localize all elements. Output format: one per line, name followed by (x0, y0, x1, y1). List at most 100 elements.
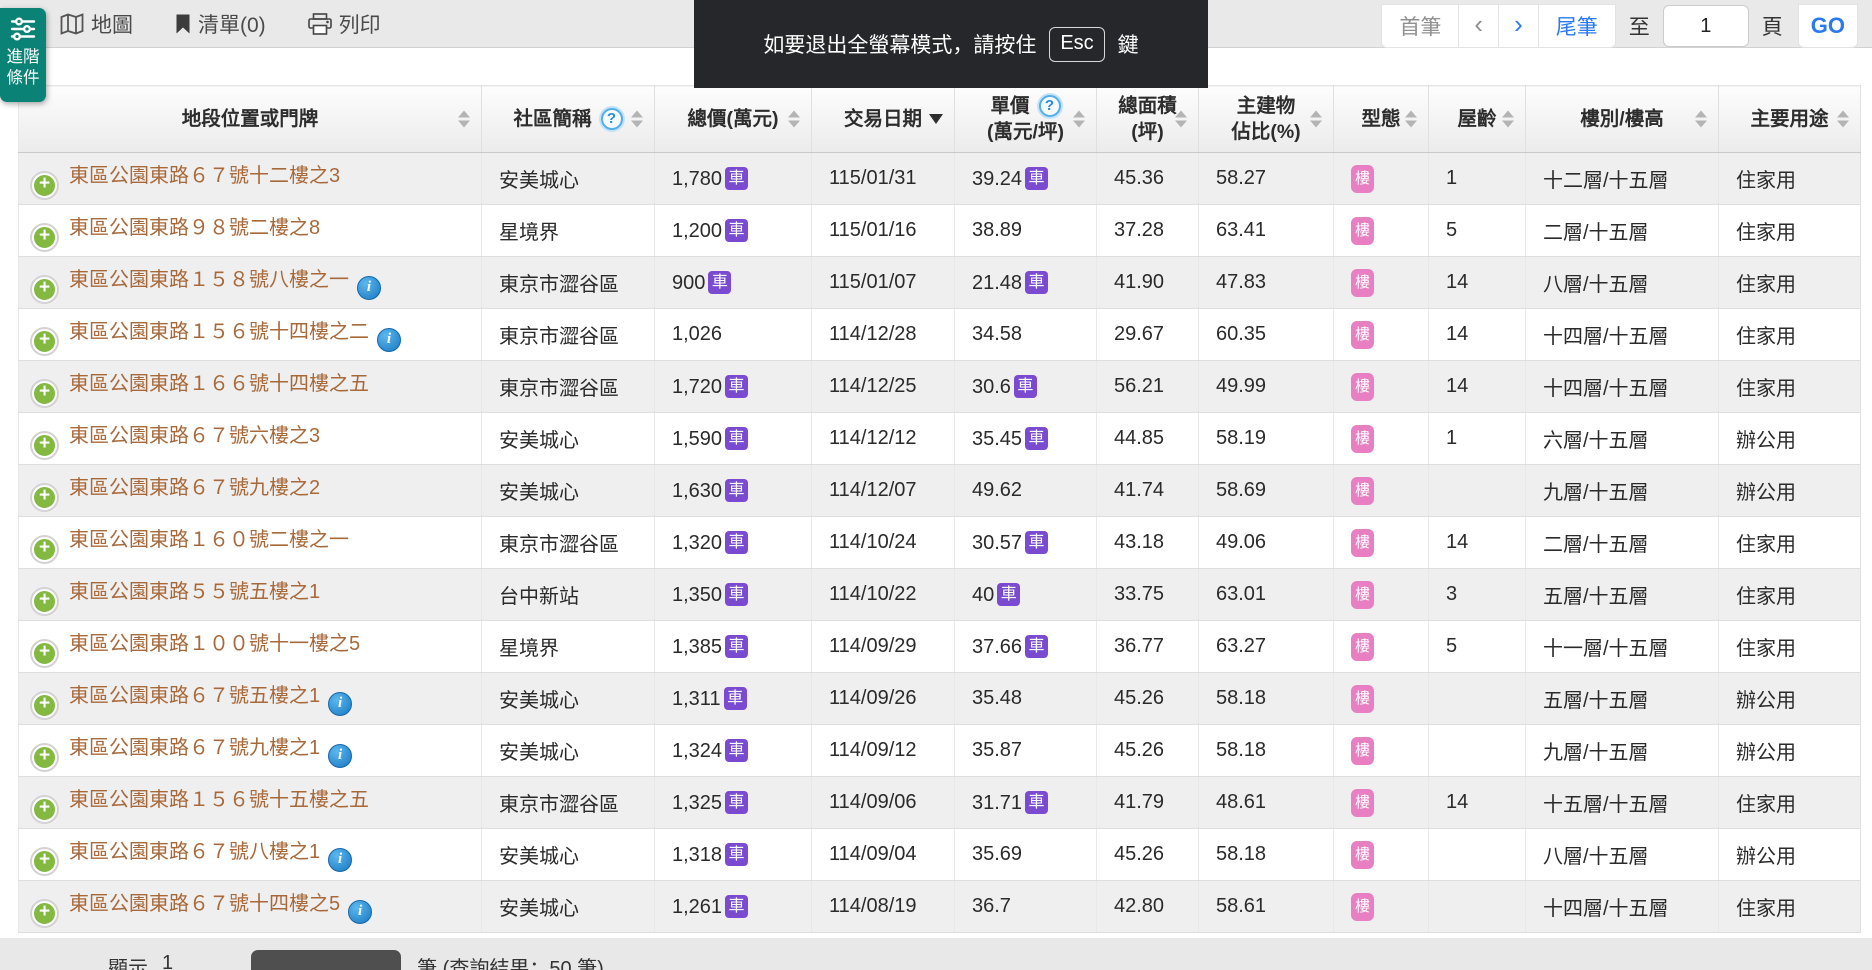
row-address[interactable]: 東區公園東路１５８號八樓之一 (69, 269, 349, 291)
column-header-community[interactable]: 社區簡稱 (481, 85, 655, 153)
sort-toggle-icon[interactable] (1310, 110, 1322, 128)
expand-plus-icon[interactable] (32, 744, 57, 770)
column-header-age[interactable]: 屋齡 (1428, 85, 1526, 153)
row-address[interactable]: 東區公園東路５５號五樓之1 (69, 581, 320, 603)
row-area: 42.80 (1096, 880, 1199, 933)
sort-toggle-icon[interactable] (1073, 110, 1085, 128)
table-row[interactable]: 東區公園東路６７號六樓之3 安美城心 1,590車 114/12/12 35.4… (18, 412, 1861, 465)
table-row[interactable]: 東區公園東路６７號五樓之1 安美城心 1,311車 114/09/26 35.4… (18, 672, 1861, 725)
last-page-button[interactable]: 尾筆 (1538, 5, 1615, 47)
first-page-button[interactable]: 首筆 (1382, 5, 1460, 47)
map-button[interactable]: 地圖 (60, 9, 133, 39)
column-header-price[interactable]: 總價(萬元) (654, 85, 812, 153)
row-community: 安美城心 (481, 464, 655, 517)
table-row[interactable]: 東區公園東路５５號五樓之1 台中新站 1,350車 114/10/22 40車 … (18, 568, 1861, 621)
row-address[interactable]: 東區公園東路６７號十四樓之5 (69, 893, 340, 915)
column-label-2: (坪) (1131, 121, 1164, 143)
row-address[interactable]: 東區公園東路１００號十一樓之5 (69, 633, 360, 655)
table-row[interactable]: 東區公園東路６７號十四樓之5 安美城心 1,261車 114/08/19 36.… (18, 880, 1861, 933)
info-icon[interactable] (328, 847, 353, 872)
expand-plus-icon[interactable] (32, 484, 57, 510)
row-unit-price: 35.45 (972, 427, 1023, 450)
row-address[interactable]: 東區公園東路９８號二樓之8 (69, 217, 320, 239)
table-row[interactable]: 東區公園東路１６０號二樓之一 東京市澀谷區 1,320車 114/10/24 3… (18, 516, 1861, 569)
column-label: 單價 (990, 95, 1030, 117)
expand-plus-icon[interactable] (32, 536, 57, 562)
column-help-icon[interactable] (600, 108, 623, 130)
advanced-conditions-button[interactable]: 進階 條件 (0, 8, 46, 102)
row-unit-price: 35.69 (972, 843, 1023, 865)
expand-plus-icon[interactable] (32, 796, 57, 822)
row-address[interactable]: 東區公園東路６７號九樓之1 (69, 737, 320, 759)
table-row[interactable]: 東區公園東路６７號十二樓之3 安美城心 1,780車 115/01/31 39.… (18, 152, 1861, 205)
column-help-icon[interactable] (1038, 95, 1061, 117)
column-header-date[interactable]: 交易日期 (811, 85, 955, 153)
table-row[interactable]: 東區公園東路１５６號十四樓之二 東京市澀谷區 1,026 114/12/28 3… (18, 308, 1861, 361)
table-row[interactable]: 東區公園東路１５８號八樓之一 東京市澀谷區 900車 115/01/07 21.… (18, 256, 1861, 309)
row-address[interactable]: 東區公園東路６７號五樓之1 (69, 685, 320, 707)
expand-plus-icon[interactable] (32, 172, 57, 198)
column-header-area[interactable]: 總面積 (坪) (1096, 85, 1199, 153)
print-button[interactable]: 列印 (307, 9, 381, 39)
info-icon[interactable] (377, 327, 401, 352)
prev-page-button[interactable]: ‹ (1459, 5, 1500, 47)
column-header-ratio[interactable]: 主建物 佔比(%) (1198, 85, 1334, 153)
row-floor: 十四層/十五層 (1525, 308, 1719, 361)
row-unit-price: 49.62 (972, 479, 1023, 501)
sort-toggle-icon[interactable] (1175, 110, 1187, 128)
expand-plus-icon[interactable] (32, 432, 57, 458)
expand-plus-icon[interactable] (32, 588, 57, 614)
table-row[interactable]: 東區公園東路１６６號十四樓之五 東京市澀谷區 1,720車 114/12/25 … (18, 360, 1861, 413)
row-address[interactable]: 東區公園東路１５６號十五樓之五 (69, 789, 369, 811)
expand-plus-icon[interactable] (32, 276, 57, 302)
table-row[interactable]: 東區公園東路６７號九樓之2 安美城心 1,630車 114/12/07 49.6… (18, 464, 1861, 517)
column-header-unit-price[interactable]: 單價 (萬元/坪) (954, 85, 1097, 153)
sort-toggle-icon[interactable] (1837, 110, 1849, 128)
row-address[interactable]: 東區公園東路６７號十二樓之3 (69, 165, 340, 187)
expand-plus-icon[interactable] (32, 380, 57, 406)
row-unit-price: 36.7 (972, 895, 1011, 917)
row-address[interactable]: 東區公園東路１５６號十四樓之二 (69, 321, 369, 343)
sort-toggle-icon[interactable] (788, 110, 800, 128)
expand-plus-icon[interactable] (32, 848, 57, 874)
expand-plus-icon[interactable] (32, 900, 57, 926)
row-address[interactable]: 東區公園東路６７號八樓之1 (69, 841, 320, 863)
column-header-type[interactable]: 型態 (1333, 85, 1429, 153)
column-header-address[interactable]: 地段位置或門牌 (18, 85, 482, 153)
page-size-select[interactable] (251, 950, 402, 970)
table-row[interactable]: 東區公園東路１００號十一樓之5 星境界 1,385車 114/09/29 37.… (18, 620, 1861, 673)
expand-plus-icon[interactable] (32, 692, 57, 718)
sort-toggle-icon[interactable] (1405, 110, 1417, 128)
row-address[interactable]: 東區公園東路１６６號十四樓之五 (69, 373, 369, 395)
row-type-badge: 樓 (1351, 476, 1374, 505)
table-row[interactable]: 東區公園東路１５６號十五樓之五 東京市澀谷區 1,325車 114/09/06 … (18, 776, 1861, 829)
sort-desc-icon[interactable] (929, 114, 943, 124)
row-unit-price: 37.66 (972, 635, 1023, 658)
info-icon[interactable] (348, 899, 373, 924)
column-header-floor[interactable]: 樓別/樓高 (1525, 85, 1719, 153)
table-row[interactable]: 東區公園東路９８號二樓之8 星境界 1,200車 115/01/16 38.89… (18, 204, 1861, 257)
row-address[interactable]: 東區公園東路６７號九樓之2 (69, 477, 320, 499)
column-header-usage[interactable]: 主要用途 (1718, 85, 1861, 153)
page-number-input[interactable] (1662, 5, 1749, 47)
expand-plus-icon[interactable] (32, 328, 57, 354)
expand-plus-icon[interactable] (32, 224, 57, 250)
price-car-badge: 車 (725, 218, 749, 242)
table-row[interactable]: 東區公園東路６７號九樓之1 安美城心 1,324車 114/09/12 35.8… (18, 724, 1861, 777)
sort-toggle-icon[interactable] (631, 110, 643, 128)
info-icon[interactable] (328, 743, 353, 768)
info-icon[interactable] (357, 275, 381, 300)
info-icon[interactable] (328, 691, 353, 716)
expand-plus-icon[interactable] (32, 640, 57, 666)
row-age: 1 (1428, 152, 1526, 205)
sort-toggle-icon[interactable] (1502, 110, 1514, 128)
table-row[interactable]: 東區公園東路６７號八樓之1 安美城心 1,318車 114/09/04 35.6… (18, 828, 1861, 881)
go-button[interactable]: GO (1797, 4, 1858, 48)
sort-toggle-icon[interactable] (1695, 110, 1707, 128)
list-button[interactable]: 清單(0) (175, 9, 266, 39)
row-address[interactable]: 東區公園東路１６０號二樓之一 (69, 529, 349, 551)
row-address[interactable]: 東區公園東路６７號六樓之3 (69, 425, 320, 447)
next-page-button[interactable]: › (1499, 5, 1539, 47)
row-ratio: 63.27 (1198, 620, 1334, 673)
sort-toggle-icon[interactable] (458, 110, 470, 128)
